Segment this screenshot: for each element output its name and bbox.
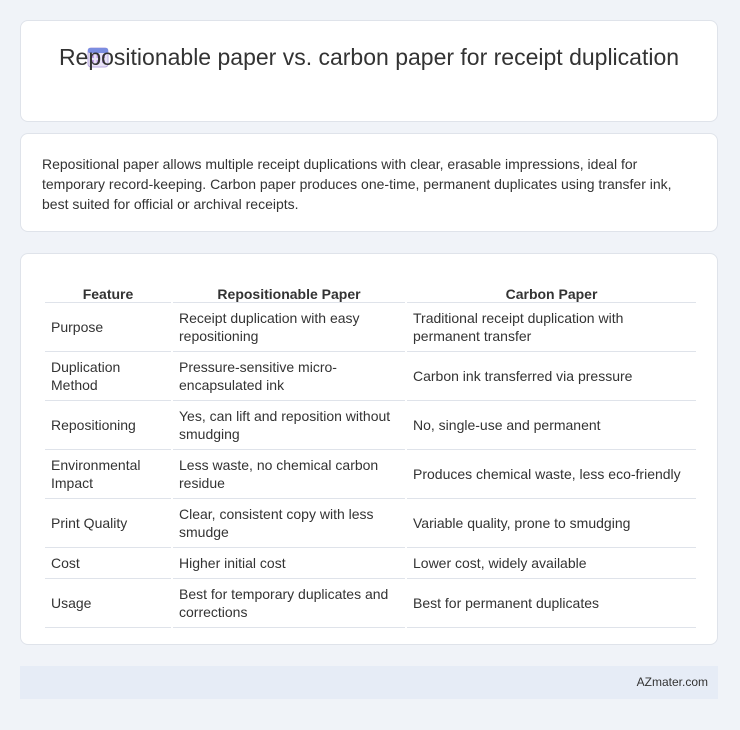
page-title: Repositionable paper vs. carbon paper fo…: [58, 44, 680, 70]
comparison-table: Feature Repositionable Paper Carbon Pape…: [43, 274, 698, 628]
row-feature: Purpose: [45, 303, 171, 352]
row-repositionable: Receipt duplication with easy reposition…: [173, 303, 405, 352]
table-row: Duplication Method Pressure-sensitive mi…: [45, 352, 696, 401]
row-repositionable: Yes, can lift and reposition without smu…: [173, 401, 405, 450]
table-row: Repositioning Yes, can lift and repositi…: [45, 401, 696, 450]
table-row: Environmental Impact Less waste, no chem…: [45, 450, 696, 499]
row-carbon: Best for permanent duplicates: [407, 579, 696, 628]
row-repositionable: Clear, consistent copy with less smudge: [173, 499, 405, 548]
row-repositionable: Best for temporary duplicates and correc…: [173, 579, 405, 628]
table-row: Cost Higher initial cost Lower cost, wid…: [45, 548, 696, 579]
row-carbon: No, single-use and permanent: [407, 401, 696, 450]
row-feature: Repositioning: [45, 401, 171, 450]
header-carbon: Carbon Paper: [407, 274, 696, 303]
summary-card: Repositional paper allows multiple recei…: [20, 133, 718, 232]
row-carbon: Produces chemical waste, less eco-friend…: [407, 450, 696, 499]
table-row: Print Quality Clear, consistent copy wit…: [45, 499, 696, 548]
row-feature: Print Quality: [45, 499, 171, 548]
header-feature: Feature: [45, 274, 171, 303]
row-carbon: Carbon ink transferred via pressure: [407, 352, 696, 401]
row-carbon: Traditional receipt duplication with per…: [407, 303, 696, 352]
title-card: Repositionable paper vs. carbon paper fo…: [20, 20, 718, 122]
row-feature: Duplication Method: [45, 352, 171, 401]
table-header-row: Feature Repositionable Paper Carbon Pape…: [45, 274, 696, 303]
row-feature: Environmental Impact: [45, 450, 171, 499]
row-carbon: Lower cost, widely available: [407, 548, 696, 579]
row-repositionable: Less waste, no chemical carbon residue: [173, 450, 405, 499]
row-repositionable: Higher initial cost: [173, 548, 405, 579]
footer-brand: AZmater.com: [636, 675, 708, 689]
comparison-card: Feature Repositionable Paper Carbon Pape…: [20, 253, 718, 645]
row-repositionable: Pressure-sensitive micro-encapsulated in…: [173, 352, 405, 401]
row-feature: Usage: [45, 579, 171, 628]
table-row: Usage Best for temporary duplicates and …: [45, 579, 696, 628]
row-carbon: Variable quality, prone to smudging: [407, 499, 696, 548]
summary-text: Repositional paper allows multiple recei…: [42, 156, 672, 212]
header-repositionable: Repositionable Paper: [173, 274, 405, 303]
row-feature: Cost: [45, 548, 171, 579]
footer-bar: AZmater.com: [20, 666, 718, 699]
table-row: Purpose Receipt duplication with easy re…: [45, 303, 696, 352]
